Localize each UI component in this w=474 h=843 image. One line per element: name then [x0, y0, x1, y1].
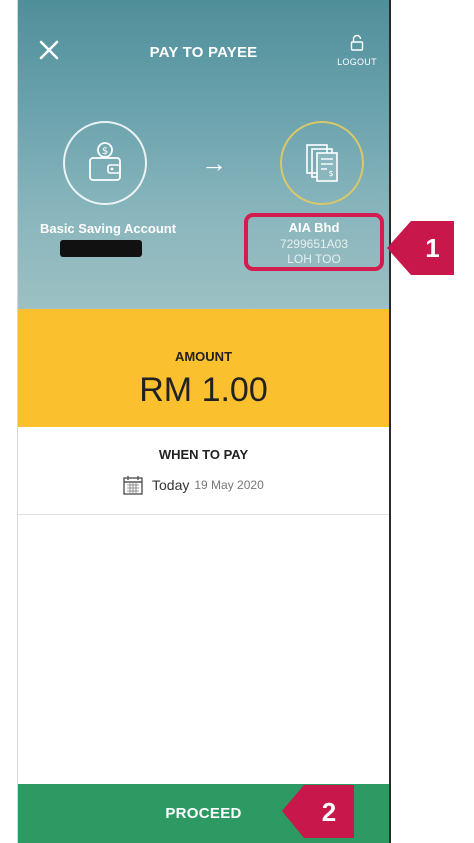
amount-label: AMOUNT	[174, 349, 233, 364]
phone-screen: PAY TO PAYEE LOGOUT $ → $ Basic Saving A…	[17, 0, 391, 843]
when-date: 19 May 2020	[194, 478, 264, 492]
when-today: Today	[152, 477, 190, 493]
when-to-pay-label: WHEN TO PAY	[158, 447, 249, 462]
transfer-arrow-icon: →	[201, 148, 227, 178]
payee-name: AIA Bhd	[288, 220, 340, 235]
callout-1-pointer	[387, 221, 411, 275]
masked-account-number	[60, 240, 142, 257]
svg-text:$: $	[328, 169, 333, 178]
logout-label: LOGOUT	[337, 57, 377, 67]
amount-value: RM 1.00	[139, 371, 268, 409]
callout-1-number: 1	[425, 233, 440, 263]
wallet-icon: $	[89, 142, 121, 181]
payee-account-number: 7299651A03	[279, 237, 349, 251]
svg-text:$: $	[102, 146, 108, 157]
payee-circle: $	[280, 121, 364, 205]
bill-icon: $	[306, 144, 338, 182]
callout-2-badge: 2	[304, 785, 354, 838]
when-to-pay-selector[interactable]: Today 19 May 2020	[122, 472, 264, 498]
page-title: PAY TO PAYEE	[149, 44, 258, 61]
amount-panel[interactable]: AMOUNT RM 1.00	[18, 309, 389, 427]
callout-2-pointer	[282, 785, 304, 838]
divider	[18, 514, 389, 515]
callout-1-badge: 1	[411, 221, 454, 275]
callout-2-number: 2	[321, 797, 337, 827]
payee-holder-name: LOH TOO	[287, 252, 341, 266]
source-account-label: Basic Saving Account	[39, 221, 177, 236]
source-account-circle: $	[63, 121, 147, 205]
transfer-header: PAY TO PAYEE LOGOUT $ → $ Basic Saving A…	[18, 0, 389, 309]
lock-icon	[350, 34, 364, 51]
calendar-icon	[123, 476, 143, 495]
logout-button[interactable]: LOGOUT	[335, 34, 379, 67]
